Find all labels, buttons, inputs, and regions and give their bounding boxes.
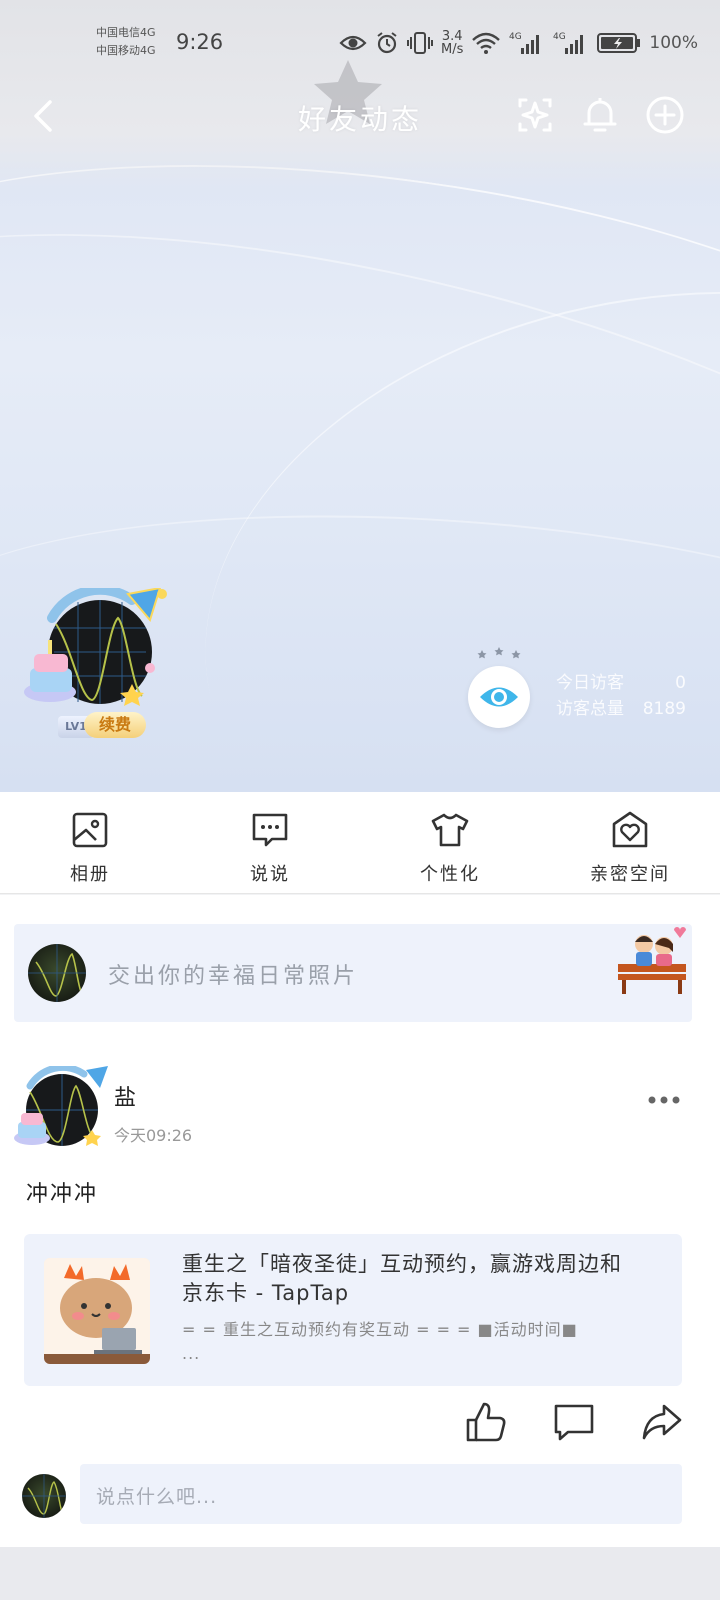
today-visitors-label: 今日访客	[556, 673, 624, 693]
post-prompt[interactable]: 交出你的幸福日常照片	[14, 924, 692, 1022]
plus-circle-icon	[646, 96, 684, 134]
sparkle-icon	[518, 98, 552, 132]
more-options-button[interactable]	[644, 1088, 684, 1112]
shared-link-card[interactable]: 重生之「暗夜圣徒」互动预约，赢游戏周边和京东卡 - TapTap = = 重生之…	[24, 1234, 682, 1386]
photo-album-icon	[72, 812, 108, 848]
add-button[interactable]	[642, 92, 688, 138]
quick-action-intimate-space[interactable]: 亲密空间	[540, 792, 720, 893]
stars-icon	[477, 647, 521, 659]
quick-action-album[interactable]: 相册	[0, 792, 180, 893]
bell-icon	[583, 98, 617, 132]
visitor-stats: 今日访客 0 访客总量 8189	[556, 670, 686, 722]
quick-action-label: 个性化	[420, 864, 480, 885]
link-title: 重生之「暗夜圣徒」互动预约，赢游戏周边和京东卡 - TapTap	[182, 1252, 622, 1305]
comment-input[interactable]: 说点什么吧...	[80, 1464, 682, 1524]
quick-action-personalize[interactable]: 个性化	[360, 792, 540, 893]
clock: 9:26	[176, 30, 224, 54]
carrier-info: 中国电信4G 中国移动4G	[96, 24, 156, 60]
more-dots-icon	[648, 1096, 680, 1104]
net-speed-unit: M/s	[441, 42, 464, 57]
alarm-icon	[375, 31, 399, 55]
signal-icon-1: 4G	[509, 30, 545, 56]
post-author-avatar[interactable]	[12, 1063, 112, 1154]
carrier-1: 中国电信4G	[96, 26, 156, 39]
eye-icon	[480, 687, 518, 707]
network-speed: 3.4 M/s	[441, 30, 463, 56]
today-visitors-value: 0	[675, 673, 686, 693]
notifications-button[interactable]	[577, 92, 623, 138]
eye-icon	[339, 33, 367, 53]
link-description: = = 重生之互动预约有奖互动 = = = ■活动时间■ ...	[182, 1320, 578, 1363]
battery-percent: 100%	[649, 33, 698, 53]
quick-action-label: 说说	[250, 864, 290, 885]
total-visitors-label: 访客总量	[556, 699, 624, 719]
like-button[interactable]	[464, 1400, 508, 1444]
nav-bar: 好友动态	[0, 60, 720, 148]
signal-1-label: 4G	[509, 32, 522, 42]
post-time: 今天09:26	[114, 1126, 193, 1145]
bear-laptop-icon	[44, 1258, 150, 1364]
quick-actions-bar: 相册 说说 个性化 亲密空间	[0, 792, 720, 894]
renew-button[interactable]: 续费	[84, 712, 146, 738]
chat-bubble-icon	[252, 813, 288, 847]
post-author-name[interactable]: 盐	[114, 1080, 136, 1112]
link-thumbnail	[44, 1258, 150, 1364]
feed-divider	[0, 1547, 720, 1600]
sparkle-button[interactable]	[512, 92, 558, 138]
signal-2-label: 4G	[553, 32, 566, 42]
avatar	[28, 944, 86, 1002]
prompt-placeholder: 交出你的幸福日常照片	[108, 964, 359, 989]
thumbs-up-icon	[466, 1402, 506, 1442]
share-arrow-icon	[642, 1404, 682, 1440]
post-text: 冲冲冲	[26, 1182, 99, 1207]
home-heart-icon	[612, 811, 648, 848]
quick-action-label: 相册	[70, 864, 110, 885]
total-visitors-value: 8189	[642, 699, 686, 719]
vibrate-icon	[407, 31, 434, 55]
quick-action-label: 亲密空间	[590, 864, 670, 885]
signal-icon-2: 4G	[553, 30, 589, 56]
carrier-2: 中国移动4G	[96, 44, 156, 57]
quick-action-moments[interactable]: 说说	[180, 792, 360, 893]
comment-button[interactable]	[552, 1400, 596, 1444]
comment-icon	[554, 1404, 594, 1441]
couple-bench-icon	[618, 927, 686, 994]
wifi-icon	[471, 31, 501, 55]
comment-placeholder: 说点什么吧...	[96, 1486, 218, 1508]
tshirt-icon	[431, 813, 469, 847]
avatar	[22, 1474, 66, 1518]
share-button[interactable]	[640, 1400, 684, 1444]
battery-icon	[597, 31, 641, 55]
visitors-button[interactable]	[468, 666, 530, 728]
